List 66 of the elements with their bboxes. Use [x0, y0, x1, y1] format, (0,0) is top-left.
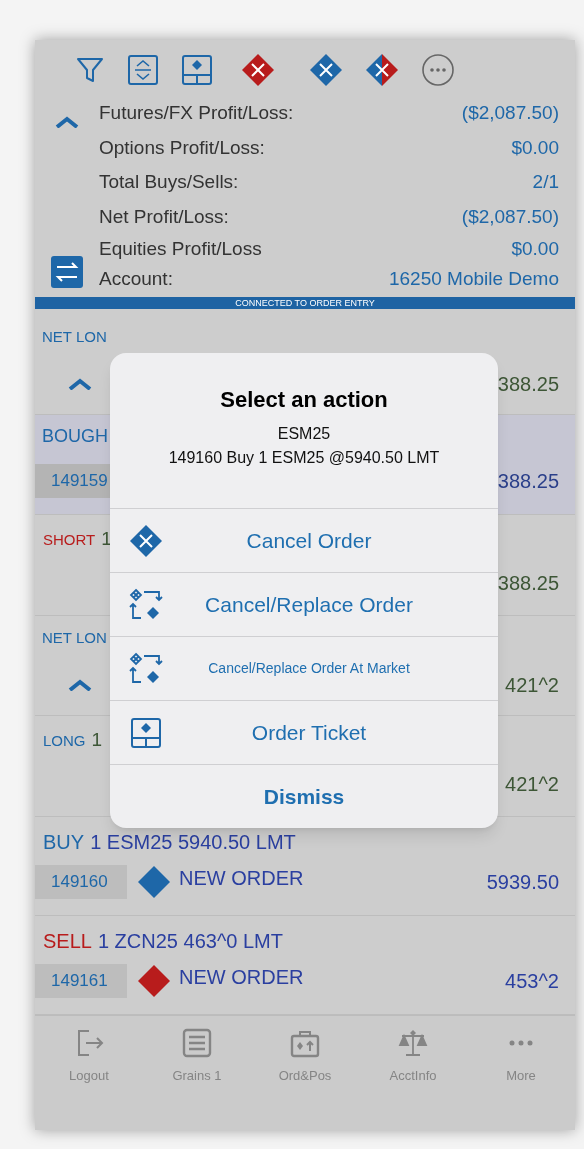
position-quantity: 1: [101, 527, 112, 551]
more-icon[interactable]: [421, 53, 455, 87]
dialog-title: Select an action: [220, 386, 388, 414]
chevron-up-icon[interactable]: [68, 378, 92, 390]
stat-label: Total Buys/Sells:: [99, 170, 239, 194]
order-ticket-icon[interactable]: [181, 54, 213, 86]
action-item[interactable]: Cancel/Replace Order At Market: [110, 636, 498, 700]
list-icon: [182, 1028, 212, 1058]
order-description: 1 ZCN25 463^0 LMT: [97, 929, 283, 954]
price-value: 388.25: [497, 372, 559, 397]
filter-icon[interactable]: [75, 55, 105, 85]
stat-label: Futures/FX Profit/Loss:: [99, 101, 294, 125]
order-side: SELL: [43, 929, 92, 954]
chevron-up-icon[interactable]: [68, 679, 92, 691]
fill-label: BOUGH: [42, 426, 108, 446]
position-quantity: 1: [91, 728, 103, 752]
tab-item[interactable]: Grains 1: [143, 1016, 251, 1130]
price-value: 421^2: [505, 673, 559, 698]
replace-icon: [129, 651, 163, 686]
swap-icon[interactable]: [51, 256, 83, 288]
scale-icon: [398, 1028, 428, 1058]
tab-item[interactable]: More: [467, 1016, 575, 1130]
status-banner: CONNECTED TO ORDER ENTRY: [35, 297, 575, 309]
order-ticket-icon: [130, 716, 162, 749]
order-id: 149160: [35, 865, 127, 899]
order-price: 453^2: [505, 969, 559, 994]
order-id: 149161: [35, 964, 127, 998]
replace-icon: [129, 587, 163, 622]
stat-label: Net Profit/Loss:: [99, 204, 229, 229]
position-side: SHORT: [43, 530, 96, 550]
cancel-diamond-icon: [129, 523, 163, 558]
dialog-subtitle: ESM25: [277, 424, 331, 444]
briefcase-icon: [290, 1028, 320, 1058]
tab-item[interactable]: Ord&Pos: [251, 1016, 359, 1130]
dismiss-button[interactable]: Dismiss: [110, 764, 498, 828]
action-item[interactable]: Cancel/Replace Order: [110, 572, 498, 636]
cancel-buys-icon: [309, 53, 343, 87]
action-item[interactable]: Cancel Order: [110, 508, 498, 572]
dialog-message: 149160 Buy 1 ESM25 @5940.50 LMT: [168, 448, 440, 468]
stat-value: ($2,087.50): [461, 101, 559, 125]
chevron-up-icon[interactable]: [55, 116, 79, 128]
order-status: NEW ORDER: [179, 866, 305, 891]
tab-item[interactable]: Logout: [35, 1016, 143, 1130]
price-value: 421^2: [505, 771, 559, 797]
price-value: 388.25: [497, 469, 559, 494]
stat-value: 2/1: [532, 170, 559, 194]
price-value: 388.25: [497, 570, 559, 596]
position-side: LONG: [43, 731, 86, 751]
order-description: 1 ESM25 5940.50 LMT: [90, 830, 296, 855]
stat-label: Equities Profit/Loss: [99, 236, 262, 261]
stat-value: $0.00: [511, 236, 559, 261]
action-item[interactable]: Order Ticket: [110, 700, 498, 764]
expand-collapse-icon[interactable]: [127, 54, 159, 86]
stat-label: Account:: [99, 266, 173, 291]
stat-label: Options Profit/Loss:: [99, 135, 265, 160]
position-label: NET LON: [42, 328, 107, 345]
stat-value: $0.00: [511, 135, 559, 160]
cancel-sells-icon: [241, 53, 275, 87]
position-label: NET LON: [42, 629, 107, 646]
order-status: NEW ORDER: [179, 965, 305, 990]
order-price: 5939.50: [486, 870, 559, 895]
cancel-all-icon[interactable]: [365, 53, 399, 87]
stat-value: 16250 Mobile Demo: [388, 266, 559, 291]
tab-item[interactable]: AcctInfo: [359, 1016, 467, 1130]
stat-value: ($2,087.50): [461, 204, 559, 229]
order-side: BUY: [43, 830, 85, 855]
